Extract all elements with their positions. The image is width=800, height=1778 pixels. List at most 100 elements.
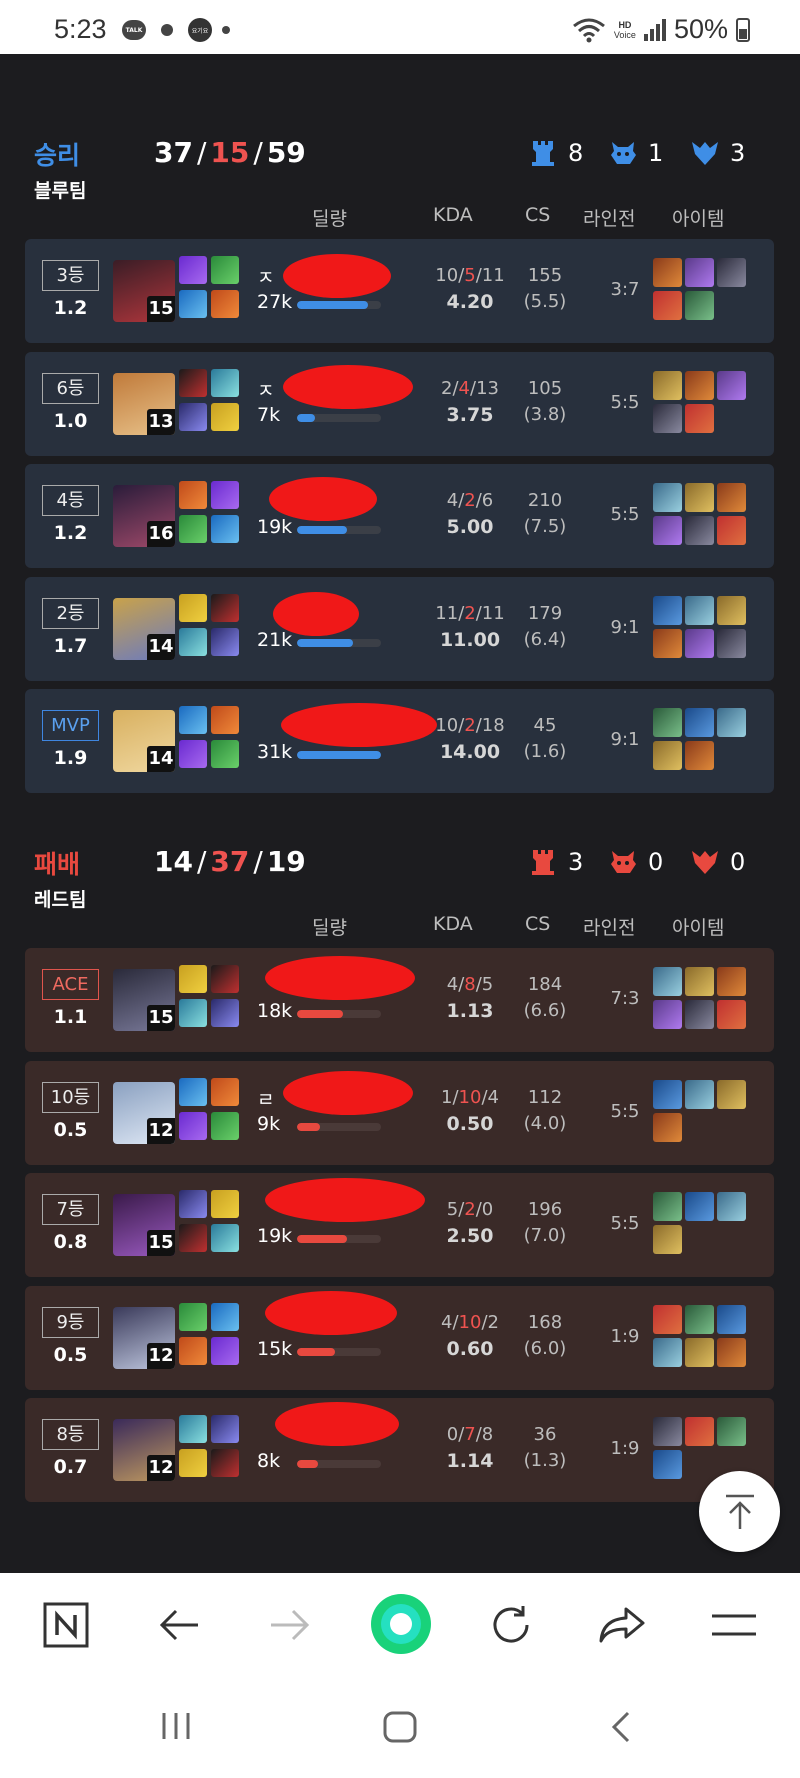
player-row[interactable]: 2등 1.7 14 21k 11/2/11 11.00 179 (6.4) 9:1 — [25, 576, 774, 681]
summoner-spell-1-icon[interactable] — [179, 1190, 207, 1218]
summoner-spell-2-icon[interactable] — [211, 593, 239, 622]
player-row[interactable]: 10등 0.5 12 ㄹ 9k 1/10/4 0.50 112 (4.0) 5:5 — [25, 1060, 774, 1165]
item-icon[interactable] — [717, 516, 746, 545]
primary-rune-icon[interactable] — [179, 290, 207, 318]
home-button[interactable] — [383, 1711, 417, 1747]
champion-portrait[interactable]: 13 — [113, 372, 175, 435]
item-icon[interactable] — [685, 370, 714, 400]
summoner-spell-2-icon[interactable] — [211, 965, 239, 993]
item-icon[interactable] — [717, 1192, 746, 1221]
item-icon[interactable] — [717, 595, 746, 625]
item-icon[interactable] — [653, 370, 682, 400]
item-icon[interactable] — [653, 258, 682, 287]
item-icon[interactable] — [653, 1112, 682, 1142]
secondary-rune-icon[interactable] — [211, 1111, 239, 1140]
item-icon[interactable] — [717, 708, 746, 737]
secondary-rune-icon[interactable] — [211, 1336, 239, 1365]
summoner-spell-1-icon[interactable] — [179, 368, 207, 397]
item-icon[interactable] — [685, 967, 714, 996]
item-icon[interactable] — [717, 1337, 746, 1367]
item-icon[interactable] — [717, 1304, 746, 1334]
item-icon[interactable] — [685, 1304, 714, 1334]
item-icon[interactable] — [653, 291, 682, 320]
item-icon[interactable] — [653, 1450, 682, 1479]
player-row[interactable]: 4등 1.2 16 19k 4/2/6 5.00 210 (7.5) 5:5 — [25, 464, 774, 568]
summoner-spell-2-icon[interactable] — [211, 706, 239, 734]
secondary-rune-icon[interactable] — [211, 740, 239, 768]
secondary-rune-icon[interactable] — [211, 515, 239, 543]
item-icon[interactable] — [653, 1000, 682, 1029]
item-icon[interactable] — [717, 1000, 746, 1029]
primary-rune-icon[interactable] — [179, 1336, 207, 1365]
item-icon[interactable] — [717, 1417, 746, 1446]
recent-apps-button[interactable] — [161, 1711, 191, 1745]
item-icon[interactable] — [717, 628, 746, 658]
summoner-spell-2-icon[interactable] — [211, 1077, 239, 1106]
item-icon[interactable] — [653, 741, 682, 770]
player-row[interactable]: 6등 1.0 13 ㅈ 7k 2/4/13 3.75 105 (3.8) 5:5 — [25, 351, 774, 456]
item-icon[interactable] — [717, 967, 746, 996]
item-icon[interactable] — [717, 370, 746, 400]
item-icon[interactable] — [653, 967, 682, 996]
summoner-spell-2-icon[interactable] — [211, 481, 239, 509]
share-button[interactable] — [596, 1599, 648, 1651]
champion-portrait[interactable]: 12 — [113, 1419, 175, 1481]
champion-portrait[interactable]: 15 — [113, 969, 175, 1031]
item-icon[interactable] — [685, 291, 714, 320]
player-row[interactable]: ACE 1.1 15 18k 4/8/5 1.13 184 (6.6) 7:3 — [25, 948, 774, 1052]
item-icon[interactable] — [653, 1079, 682, 1109]
item-icon[interactable] — [653, 483, 682, 512]
summoner-spell-2-icon[interactable] — [211, 1415, 239, 1443]
item-icon[interactable] — [653, 516, 682, 545]
summoner-spell-1-icon[interactable] — [179, 593, 207, 622]
nav-back-button[interactable] — [611, 1711, 631, 1747]
secondary-rune-icon[interactable] — [211, 1224, 239, 1252]
item-icon[interactable] — [685, 1192, 714, 1221]
summoner-spell-1-icon[interactable] — [179, 965, 207, 993]
secondary-rune-icon[interactable] — [211, 290, 239, 318]
summoner-spell-1-icon[interactable] — [179, 1077, 207, 1106]
champion-portrait[interactable]: 16 — [113, 485, 175, 547]
item-icon[interactable] — [685, 708, 714, 737]
summoner-spell-1-icon[interactable] — [179, 481, 207, 509]
secondary-rune-icon[interactable] — [211, 999, 239, 1027]
forward-button[interactable] — [264, 1599, 316, 1651]
summoner-spell-2-icon[interactable] — [211, 1190, 239, 1218]
champion-portrait[interactable]: 15 — [113, 260, 175, 322]
player-row[interactable]: 9등 0.5 12 15k 4/10/2 0.60 168 (6.0) 1:9 — [25, 1285, 774, 1390]
item-icon[interactable] — [653, 1225, 682, 1254]
primary-rune-icon[interactable] — [179, 740, 207, 768]
summoner-spell-2-icon[interactable] — [211, 368, 239, 397]
back-button[interactable] — [153, 1599, 205, 1651]
secondary-rune-icon[interactable] — [211, 402, 239, 431]
primary-rune-icon[interactable] — [179, 1111, 207, 1140]
champion-portrait[interactable]: 14 — [113, 710, 175, 772]
item-icon[interactable] — [653, 403, 682, 433]
item-icon[interactable] — [685, 258, 714, 287]
primary-rune-icon[interactable] — [179, 999, 207, 1027]
primary-rune-icon[interactable] — [179, 627, 207, 656]
item-icon[interactable] — [653, 1304, 682, 1334]
player-row[interactable]: 3등 1.2 15 ㅈ 27k 10/5/11 4.20 155 (5.5) 3:7 — [25, 239, 774, 343]
champion-portrait[interactable]: 12 — [113, 1306, 175, 1369]
secondary-rune-icon[interactable] — [211, 627, 239, 656]
item-icon[interactable] — [653, 1192, 682, 1221]
item-icon[interactable] — [685, 516, 714, 545]
summoner-spell-1-icon[interactable] — [179, 706, 207, 734]
item-icon[interactable] — [685, 741, 714, 770]
item-icon[interactable] — [717, 1079, 746, 1109]
naver-home-button[interactable] — [40, 1599, 92, 1651]
scroll-to-top-button[interactable] — [699, 1471, 780, 1552]
champion-portrait[interactable]: 15 — [113, 1194, 175, 1256]
summoner-spell-1-icon[interactable] — [179, 256, 207, 284]
item-icon[interactable] — [685, 403, 714, 433]
item-icon[interactable] — [685, 483, 714, 512]
player-row[interactable]: 7등 0.8 15 19k 5/2/0 2.50 196 (7.0) 5:5 — [25, 1173, 774, 1277]
summoner-spell-2-icon[interactable] — [211, 1302, 239, 1331]
champion-portrait[interactable]: 12 — [113, 1081, 175, 1144]
item-icon[interactable] — [653, 628, 682, 658]
item-icon[interactable] — [653, 595, 682, 625]
secondary-rune-icon[interactable] — [211, 1449, 239, 1477]
item-icon[interactable] — [717, 258, 746, 287]
item-icon[interactable] — [685, 1000, 714, 1029]
